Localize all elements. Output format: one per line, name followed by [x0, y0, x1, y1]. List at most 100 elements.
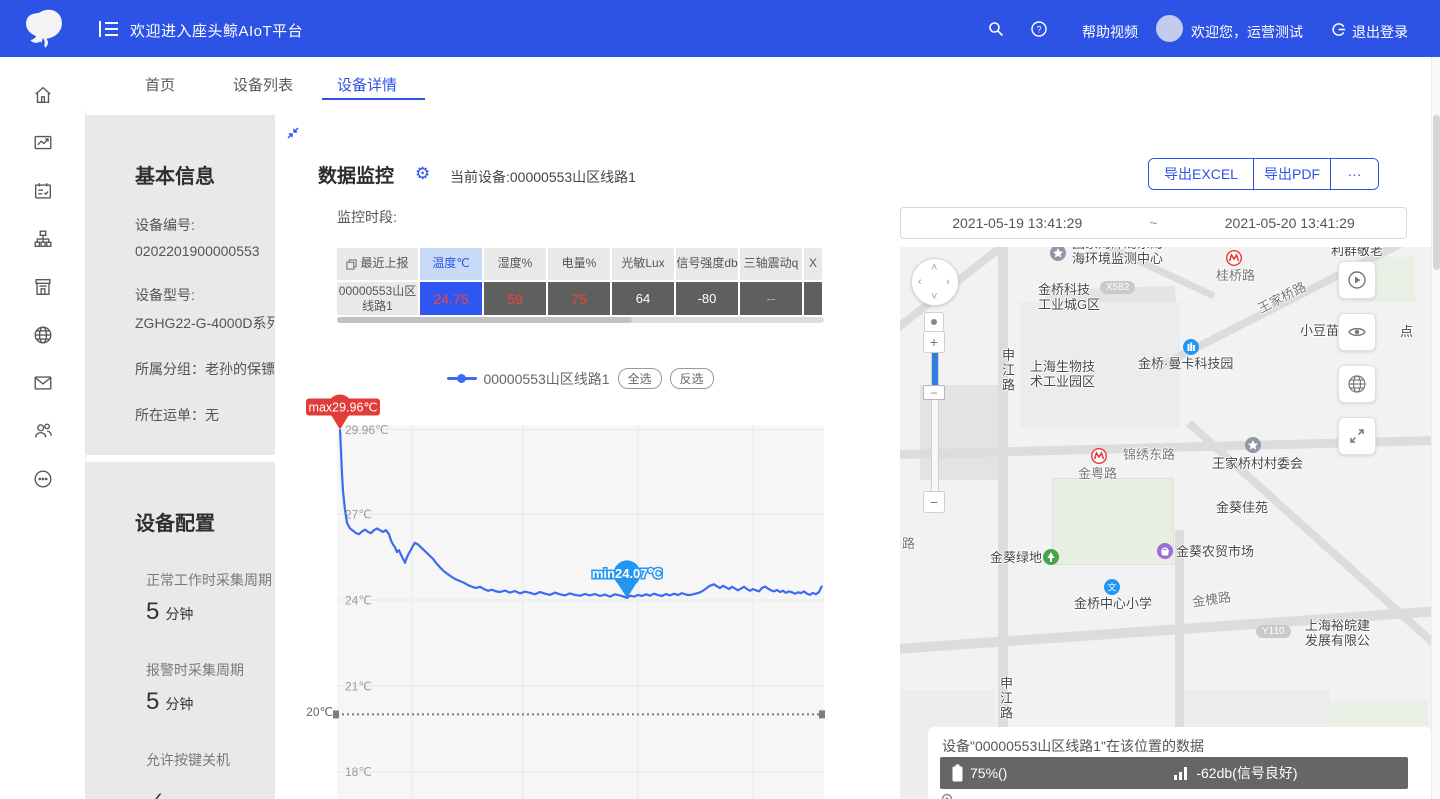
- map-label: 金槐路: [1191, 589, 1232, 609]
- map-park: [1052, 478, 1174, 565]
- column-header-光敏Lux[interactable]: 光敏Lux: [612, 248, 676, 280]
- sidebar-item-users[interactable]: [0, 407, 85, 455]
- map-label: 金桥科技 工业城G区: [1038, 282, 1100, 312]
- select-all-button[interactable]: 全选: [618, 368, 662, 389]
- sidebar-item-globe[interactable]: [0, 311, 85, 359]
- sensor-table: 最近上报温度℃湿度%电量%光敏Lux信号强度db三轴震动qX 00000553山区…: [337, 248, 824, 315]
- logout-icon[interactable]: [1331, 22, 1346, 42]
- device-location-map[interactable]: 国家海洋局东海 海环境监测中心金桥科技 工业城G区申江路 上海生物技 术工业园区金…: [900, 247, 1431, 799]
- storefront-icon: [32, 276, 54, 298]
- column-header-湿度%[interactable]: 湿度%: [484, 248, 548, 280]
- info-field: 设备编号:0202201900000553: [135, 215, 275, 259]
- home-icon: [32, 84, 54, 106]
- user-avatar[interactable]: [1156, 15, 1183, 42]
- threshold-axis-label: 20℃: [295, 705, 333, 719]
- info-field: 所属分组：老孙的保镖: [135, 359, 275, 379]
- collapse-panel-icon[interactable]: [286, 126, 300, 145]
- location-pin-icon: [940, 793, 954, 799]
- map-label: 路: [902, 536, 915, 551]
- range-end-value[interactable]: 2021-05-20 13:41:29: [1174, 215, 1407, 231]
- help-video-link[interactable]: 帮助视频: [1082, 22, 1138, 42]
- battery-value: 75%(): [970, 765, 1007, 781]
- location-address-row: [940, 793, 954, 799]
- app-root: 欢迎进入座头鲸AIoT平台 ? 帮助视频 欢迎您，运营测试 退出登录 首页设备列…: [0, 0, 1440, 799]
- svg-text:29.96℃: 29.96℃: [345, 423, 389, 437]
- map-zoom-fill: [932, 353, 938, 386]
- export-excel-button[interactable]: 导出EXCEL: [1149, 159, 1254, 189]
- column-header-最近上报[interactable]: 最近上报: [337, 248, 420, 280]
- tab-设备详情[interactable]: 设备详情: [337, 74, 397, 95]
- map-locate-button[interactable]: [924, 312, 944, 332]
- map-pan-control[interactable]: ˄ ˅ ‹ ›: [911, 258, 959, 306]
- star-poi-icon: [1050, 247, 1066, 261]
- table-horizontal-scrollbar[interactable]: [337, 317, 824, 323]
- users-icon: [32, 420, 54, 442]
- pan-down-icon[interactable]: ˅: [931, 292, 937, 303]
- map-label: 申江路: [998, 676, 1013, 721]
- row-value-X: [804, 280, 824, 315]
- export-button-group: 导出EXCEL 导出PDF ···: [1148, 158, 1379, 190]
- svg-text:18℃: 18℃: [345, 765, 372, 779]
- invert-select-button[interactable]: 反选: [670, 368, 714, 389]
- map-eye-button[interactable]: [1338, 313, 1376, 351]
- search-icon[interactable]: [988, 21, 1004, 42]
- map-label: 上海生物技 术工业园区: [1030, 359, 1095, 389]
- map-fullscreen-button[interactable]: [1338, 417, 1376, 455]
- battery-icon: [952, 764, 963, 782]
- sidebar-item-monitor-chart[interactable]: [0, 119, 85, 167]
- collapse-menu-icon[interactable]: [98, 19, 120, 44]
- map-label: 锦绣东路: [1123, 447, 1175, 462]
- info-field: 所在运单：无: [135, 405, 275, 425]
- row-device-name[interactable]: 00000553山区线路1: [337, 280, 420, 315]
- road-badge: Y110: [1256, 625, 1291, 638]
- device-config-panel: 设备配置 正常工作时采集周期5分钟报警时采集周期5分钟允许按键关机 ✓: [85, 462, 275, 799]
- sidebar-item-home[interactable]: [0, 71, 85, 119]
- pan-right-icon[interactable]: ›: [946, 277, 950, 288]
- page-vertical-scrollbar[interactable]: [1431, 57, 1440, 799]
- tab-首页[interactable]: 首页: [145, 74, 175, 95]
- map-label: 金葵绿地: [990, 550, 1042, 565]
- svg-text:21℃: 21℃: [345, 679, 372, 693]
- map-zoom-in-button[interactable]: +: [923, 331, 945, 353]
- row-value-电量%: 75: [548, 280, 612, 315]
- map-zoom-handle[interactable]: −: [923, 385, 945, 400]
- logout-button[interactable]: 退出登录: [1352, 22, 1408, 42]
- column-header-X[interactable]: X: [804, 248, 824, 280]
- date-range-picker[interactable]: 2021-05-19 13:41:29 ~ 2021-05-20 13:41:2…: [900, 207, 1407, 239]
- metro-poi-icon: [1091, 448, 1107, 464]
- column-header-电量%[interactable]: 电量%: [548, 248, 612, 280]
- column-header-三轴震动q[interactable]: 三轴震动q: [740, 248, 804, 280]
- current-device-label: 当前设备:00000553山区线路1: [450, 167, 636, 187]
- calendar-check-icon: [32, 180, 54, 202]
- column-header-温度℃[interactable]: 温度℃: [420, 248, 484, 280]
- map-globe-button[interactable]: [1338, 365, 1376, 403]
- more-actions-button[interactable]: ···: [1331, 159, 1378, 189]
- pan-left-icon[interactable]: ‹: [918, 277, 922, 288]
- location-data-bar: 75%() -62db(信号良好): [940, 757, 1408, 789]
- sidebar-item-chat[interactable]: [0, 455, 85, 503]
- map-label: 金粤路: [1078, 466, 1117, 481]
- sidebar-item-org-chart[interactable]: [0, 215, 85, 263]
- legend-line-icon: [447, 377, 477, 380]
- help-icon[interactable]: ?: [1031, 21, 1047, 42]
- mail-icon: [32, 372, 54, 394]
- sidebar-item-mail[interactable]: [0, 359, 85, 407]
- road-badge: X582: [1100, 281, 1135, 294]
- sidebar-item-calendar-check[interactable]: [0, 167, 85, 215]
- row-value-光敏Lux: 64: [612, 280, 676, 315]
- whale-logo-icon: [0, 0, 85, 57]
- pan-up-icon[interactable]: ˄: [931, 263, 937, 274]
- user-greeting[interactable]: 欢迎您，运营测试: [1191, 22, 1303, 42]
- column-header-信号强度db[interactable]: 信号强度db: [676, 248, 740, 280]
- map-label: 国家海洋局东海 海环境监测中心: [1072, 247, 1163, 266]
- legend-series-item[interactable]: 00000553山区线路1: [447, 369, 609, 389]
- tab-设备列表[interactable]: 设备列表: [233, 74, 293, 95]
- map-panorama-button[interactable]: [1338, 261, 1376, 299]
- range-start-value[interactable]: 2021-05-19 13:41:29: [901, 215, 1134, 231]
- location-data-card: 设备"00000553山区线路1"在该位置的数据 75%() -62db(: [928, 727, 1431, 799]
- gear-icon[interactable]: ⚙: [415, 165, 430, 182]
- map-zoom-out-button[interactable]: −: [923, 491, 945, 513]
- export-pdf-button[interactable]: 导出PDF: [1254, 159, 1331, 189]
- sidebar-item-storefront[interactable]: [0, 263, 85, 311]
- org-chart-icon: [32, 228, 54, 250]
